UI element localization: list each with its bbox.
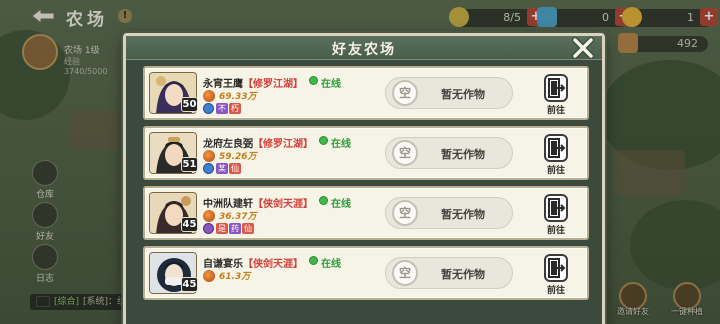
power-icon [203,210,215,222]
power-icon [203,150,215,162]
close-button[interactable] [570,35,596,61]
level-badge: 45 [181,277,198,292]
online-status: 在线 [321,79,341,90]
goto-button[interactable]: 前往 [541,74,571,116]
guild-name: 【侠剑天涯】 [253,199,313,210]
online-status-icon [309,256,318,265]
dialog-title: 好友农场 [332,42,396,58]
online-status-icon [319,196,328,205]
crop-status-pill: 空 暂无作物 [385,77,513,109]
tag-dot-icon [203,223,214,234]
goto-button[interactable]: 前往 [541,194,571,236]
tag-dot-icon [203,103,214,114]
goto-label: 前往 [546,226,565,236]
title-tag: 不 [216,103,228,114]
goto-label: 前往 [546,286,565,296]
friend-farm-dialog: 好友农场 50 永宵王鹰【修罗江湖】 在线 69.33万 不 朽 空 暂无作物 … [123,33,605,324]
title-tags: 是药仙 [203,223,255,235]
door-exit-icon [544,194,568,222]
power-icon [203,270,215,282]
online-status-icon [309,76,318,85]
empty-plot-icon: 空 [392,200,418,226]
power-icon [203,90,215,102]
online-status: 在线 [331,199,351,210]
friend-row[interactable]: 45 自谦宴乐【侠剑天涯】 在线 61.3万 空 暂无作物 前往 [143,246,589,300]
goto-button[interactable]: 前往 [541,134,571,176]
friend-row[interactable]: 50 永宵王鹰【修罗江湖】 在线 69.33万 不朽 空 暂无作物 前往 [143,66,589,120]
goto-button[interactable]: 前往 [541,254,571,296]
title-tag: 药 [229,223,241,234]
guild-name: 【侠剑天涯】 [243,259,303,270]
goto-label: 前往 [546,166,565,176]
goto-label: 前往 [546,106,565,116]
friend-name: 永宵王鹰【修罗江湖】 [203,75,303,90]
level-badge: 51 [181,157,198,172]
friend-name: 中洲队建轩【侠剑天涯】 [203,195,313,210]
crop-status-pill: 空 暂无作物 [385,197,513,229]
door-exit-icon [544,74,568,102]
empty-plot-icon: 空 [392,140,418,166]
combat-power: 69.33万 [219,92,257,102]
title-tag: 朽 [229,103,241,114]
friend-row[interactable]: 51 龙府左良弼【修罗江湖】 在线 59.26万 某仙 空 暂无作物 前往 [143,126,589,180]
crop-status-text: 暂无作物 [441,268,485,281]
title-tags: 不朽 [203,103,242,115]
crop-status-pill: 空 暂无作物 [385,137,513,169]
online-status-icon [319,136,328,145]
friend-list[interactable]: 50 永宵王鹰【修罗江湖】 在线 69.33万 不朽 空 暂无作物 前往 51 … [143,66,589,324]
title-tag: 某 [216,163,228,174]
combat-power: 36.37万 [219,212,257,222]
friend-name: 龙府左良弼【修罗江湖】 [203,135,313,150]
level-badge: 50 [181,97,198,112]
crop-status-pill: 空 暂无作物 [385,257,513,289]
crop-status-text: 暂无作物 [441,88,485,101]
crop-status-text: 暂无作物 [441,148,485,161]
friend-name: 自谦宴乐【侠剑天涯】 [203,255,303,270]
empty-plot-icon: 空 [392,260,418,286]
online-status: 在线 [331,139,351,150]
title-tag: 仙 [242,223,254,234]
dialog-header: 好友农场 [126,36,602,60]
friend-row[interactable]: 45 中洲队建轩【侠剑天涯】 在线 36.37万 是药仙 空 暂无作物 前往 [143,186,589,240]
door-exit-icon [544,254,568,282]
title-tag: 是 [216,223,228,234]
door-exit-icon [544,134,568,162]
online-status: 在线 [321,259,341,270]
close-x-icon [572,37,594,59]
guild-name: 【修罗江湖】 [253,139,313,150]
title-tag: 仙 [229,163,241,174]
combat-power: 59.26万 [219,152,257,162]
tag-dot-icon [203,163,214,174]
combat-power: 61.3万 [219,272,251,282]
title-tags: 某仙 [203,163,242,175]
crop-status-text: 暂无作物 [441,208,485,221]
level-badge: 45 [181,217,198,232]
empty-plot-icon: 空 [392,80,418,106]
